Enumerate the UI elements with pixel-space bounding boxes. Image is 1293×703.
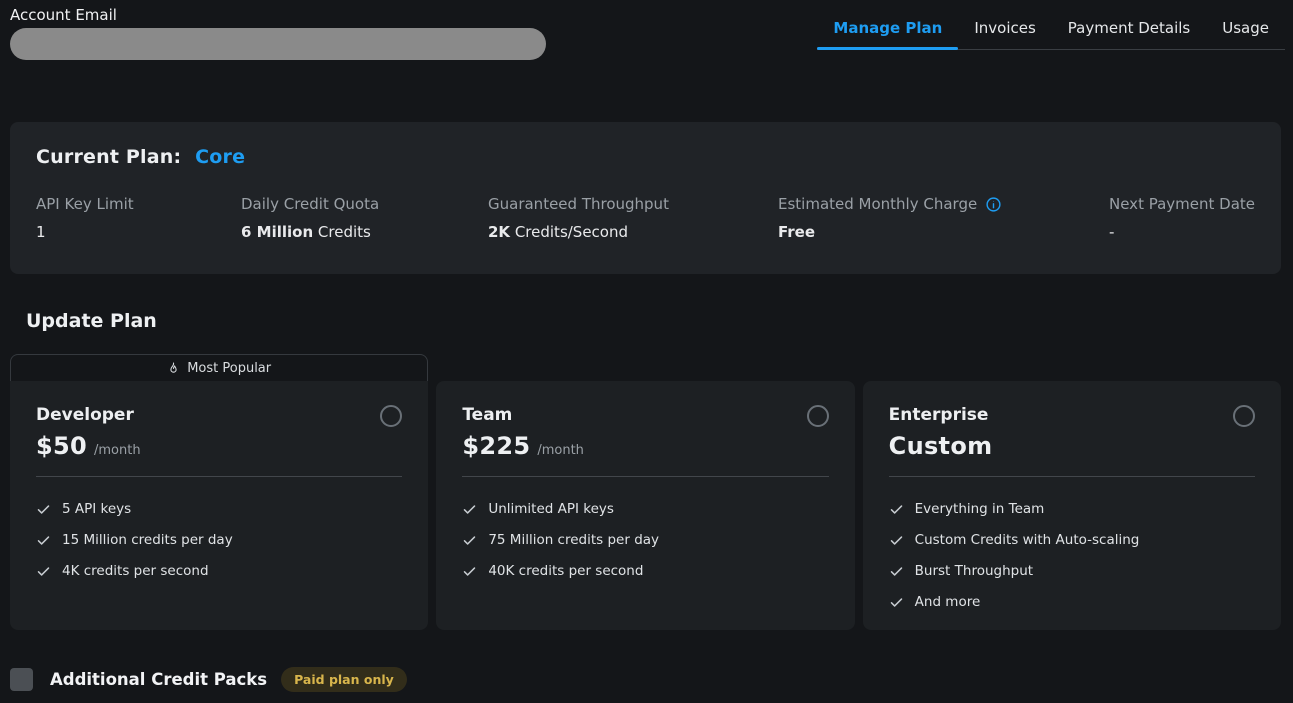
check-icon — [889, 595, 904, 610]
stat-value: - — [1109, 223, 1255, 241]
plan-name: Developer — [36, 405, 141, 425]
check-icon — [462, 502, 477, 517]
plan-period: /month — [94, 443, 141, 458]
current-plan-title: Current Plan: Core — [36, 146, 1255, 168]
current-plan-name: Core — [195, 146, 245, 168]
check-icon — [889, 502, 904, 517]
most-popular-banner: Most Popular — [10, 354, 428, 381]
tab-label: Manage Plan — [833, 19, 942, 37]
plan-feature: 40K credits per second — [462, 563, 828, 579]
plan-options: Most Popular Developer $50 /month 5 API … — [10, 354, 1281, 630]
plan-price: Custom — [889, 432, 993, 460]
plan-radio[interactable] — [380, 405, 402, 427]
current-plan-stats: API Key Limit 1 Daily Credit Quota 6 Mil… — [36, 195, 1255, 241]
flame-icon — [167, 362, 180, 375]
stat-column: Guaranteed Throughput 2K Credits/Second — [488, 195, 778, 241]
plan-price: $50 — [36, 432, 87, 460]
check-icon — [462, 533, 477, 548]
check-icon — [36, 533, 51, 548]
plan-feature: 15 Million credits per day — [36, 532, 402, 548]
account-email-label: Account Email — [10, 6, 117, 24]
stat-label: Estimated Monthly Charge — [778, 195, 977, 213]
check-icon — [889, 564, 904, 579]
tab-bar: Manage Plan Invoices Payment Details Usage — [817, 20, 1285, 50]
current-plan-title-prefix: Current Plan: — [36, 146, 181, 168]
stat-column: API Key Limit 1 — [36, 195, 241, 241]
check-icon — [36, 564, 51, 579]
tab-label: Usage — [1222, 19, 1269, 37]
stat-column: Daily Credit Quota 6 Million Credits — [241, 195, 488, 241]
plan-feature: 5 API keys — [36, 501, 402, 517]
plan-feature-list: 5 API keys 15 Million credits per day 4K… — [36, 501, 402, 579]
plan-name: Enterprise — [889, 405, 1000, 425]
plan-feature: And more — [889, 594, 1255, 610]
plan-feature: Custom Credits with Auto-scaling — [889, 532, 1255, 548]
tab-label: Invoices — [974, 19, 1035, 37]
most-popular-label: Most Popular — [187, 361, 271, 376]
stat-label: Daily Credit Quota — [241, 195, 379, 213]
paid-plan-only-badge: Paid plan only — [281, 667, 407, 692]
divider — [36, 476, 402, 477]
stat-label: Next Payment Date — [1109, 195, 1255, 213]
plan-feature: Unlimited API keys — [462, 501, 828, 517]
update-plan-heading: Update Plan — [26, 310, 1293, 332]
stat-value: Free — [778, 223, 1109, 241]
credit-packs-checkbox[interactable] — [10, 668, 33, 691]
check-icon — [889, 533, 904, 548]
credit-packs-label: Additional Credit Packs — [50, 670, 267, 689]
plan-feature: 4K credits per second — [36, 563, 402, 579]
tab-label: Payment Details — [1068, 19, 1190, 37]
plan-feature-list: Unlimited API keys 75 Million credits pe… — [462, 501, 828, 579]
plan-price: $225 — [462, 432, 530, 460]
stat-label: API Key Limit — [36, 195, 134, 213]
account-email-input[interactable] — [10, 28, 546, 60]
plan-card-developer[interactable]: Most Popular Developer $50 /month 5 API … — [10, 354, 428, 630]
plan-radio[interactable] — [1233, 405, 1255, 427]
plan-feature: Everything in Team — [889, 501, 1255, 517]
tab-payment-details[interactable]: Payment Details — [1052, 20, 1206, 49]
check-icon — [462, 564, 477, 579]
page-header: Account Email Manage Plan Invoices Payment… — [0, 0, 1293, 60]
credit-packs-row: Additional Credit Packs Paid plan only — [10, 667, 1293, 692]
tab-manage-plan[interactable]: Manage Plan — [817, 20, 958, 49]
stat-value: 2K Credits/Second — [488, 223, 778, 241]
plan-period: /month — [537, 443, 584, 458]
plan-card-team[interactable]: Team $225 /month Unlimited API keys 75 M… — [436, 381, 854, 630]
stat-value: 1 — [36, 223, 241, 241]
tab-invoices[interactable]: Invoices — [958, 20, 1051, 49]
divider — [889, 476, 1255, 477]
plan-feature-list: Everything in Team Custom Credits with A… — [889, 501, 1255, 610]
current-plan-card: Current Plan: Core API Key Limit 1 Daily… — [10, 122, 1281, 274]
plan-card-enterprise[interactable]: Enterprise Custom Everything in Team Cus… — [863, 381, 1281, 630]
stat-label: Guaranteed Throughput — [488, 195, 669, 213]
check-icon — [36, 502, 51, 517]
stat-value: 6 Million Credits — [241, 223, 488, 241]
stat-column: Estimated Monthly Charge Free — [778, 195, 1109, 241]
plan-feature: Burst Throughput — [889, 563, 1255, 579]
plan-name: Team — [462, 405, 584, 425]
plan-radio[interactable] — [807, 405, 829, 427]
info-icon[interactable] — [985, 196, 1002, 213]
plan-feature: 75 Million credits per day — [462, 532, 828, 548]
tab-usage[interactable]: Usage — [1206, 20, 1285, 49]
stat-column: Next Payment Date - — [1109, 195, 1255, 241]
divider — [462, 476, 828, 477]
